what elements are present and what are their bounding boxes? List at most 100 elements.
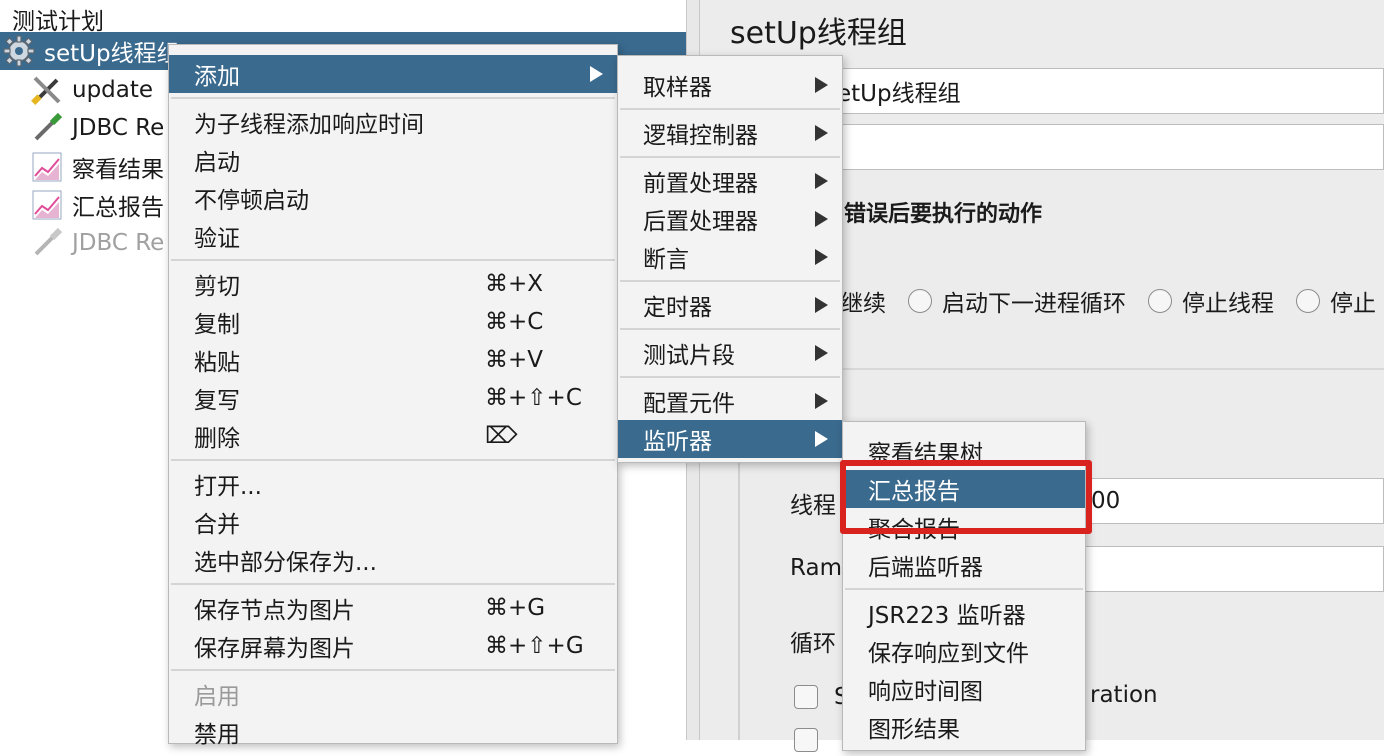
ramp-up-label: Ram [790, 555, 842, 581]
page-title: setUp线程组 [730, 16, 907, 51]
tree-item-jdbc-request-disabled[interactable]: JDBC Re [30, 224, 164, 262]
menu-item-label: 复写 [194, 388, 240, 414]
delay-thread-checkbox[interactable] [794, 728, 818, 756]
listener-item-jsr223-listener[interactable]: JSR223 监听器 [843, 594, 1085, 632]
submenu-item-assertion[interactable]: 断言 [618, 238, 842, 276]
comments-field[interactable] [836, 124, 1384, 170]
menu-separator [171, 583, 615, 585]
menu-item-label: 响应时间图 [868, 679, 983, 705]
menu-item-open[interactable]: 打开... [169, 465, 617, 503]
graph-icon [30, 150, 64, 184]
ramp-up-input[interactable] [1084, 546, 1384, 592]
same-user-checkbox[interactable] [794, 685, 818, 709]
menu-item-save-node-as-image[interactable]: 保存节点为图片 ⌘+G [169, 589, 617, 627]
menu-separator [620, 328, 840, 330]
submenu-item-logic-controller[interactable]: 逻辑控制器 [618, 114, 842, 152]
menu-item-validate[interactable]: 验证 [169, 217, 617, 255]
menu-item-label: 后置处理器 [643, 209, 758, 235]
menu-item-save-selection-as[interactable]: 选中部分保存为... [169, 541, 617, 579]
menu-item-cut[interactable]: 剪切 ⌘+X [169, 265, 617, 303]
tree-item-jdbc-request[interactable]: JDBC Re [30, 109, 164, 147]
submenu-arrow-icon [815, 211, 828, 227]
listener-item-save-responses-to-file[interactable]: 保存响应到文件 [843, 632, 1085, 670]
menu-item-label: 保存屏幕为图片 [194, 636, 355, 662]
menu-item-remove[interactable]: 删除 ⌦ [169, 417, 617, 455]
menu-item-shortcut: ⌘+X [485, 271, 544, 297]
same-user-checkbox-row[interactable]: S [794, 684, 849, 710]
menu-item-start[interactable]: 启动 [169, 141, 617, 179]
menu-item-enable: 启用 [169, 675, 617, 713]
menu-item-shortcut: ⌘+⇧+G [485, 633, 584, 659]
submenu-item-sampler[interactable]: 取样器 [618, 66, 842, 104]
radio-stop-test[interactable] [1296, 289, 1320, 313]
menu-item-label: 图形结果 [868, 717, 960, 743]
tree-item-view-results[interactable]: 察看结果 [30, 148, 164, 186]
menu-item-label: 为子线程添加响应时间 [194, 112, 424, 138]
submenu-arrow-icon [815, 77, 828, 93]
submenu-item-timer[interactable]: 定时器 [618, 286, 842, 324]
radio-continue-label: 继续 [840, 291, 886, 317]
menu-item-label: 选中部分保存为... [194, 550, 377, 576]
menu-item-shortcut: ⌘+V [485, 347, 544, 373]
menu-item-label: 保存节点为图片 [194, 598, 355, 624]
submenu-item-test-fragment[interactable]: 测试片段 [618, 334, 842, 372]
menu-item-duplicate[interactable]: 复写 ⌘+⇧+C [169, 379, 617, 417]
menu-item-start-no-pauses[interactable]: 不停顿启动 [169, 179, 617, 217]
listener-item-response-time-graph[interactable]: 响应时间图 [843, 670, 1085, 708]
listener-item-graph-results[interactable]: 图形结果 [843, 708, 1085, 746]
menu-item-label: 取样器 [643, 75, 712, 101]
submenu-item-pre-processor[interactable]: 前置处理器 [618, 162, 842, 200]
menu-item-label: 断言 [643, 247, 689, 273]
menu-item-merge[interactable]: 合并 [169, 503, 617, 541]
tree-item-label: 察看结果 [72, 157, 164, 183]
menu-item-label: 不停顿启动 [194, 188, 309, 214]
menu-separator [171, 259, 615, 261]
menu-item-label: 配置元件 [643, 391, 735, 417]
radio-stop-thread[interactable] [1148, 289, 1172, 313]
submenu-arrow-icon [815, 173, 828, 189]
submenu-item-listener[interactable]: 监听器 [618, 420, 842, 458]
menu-item-label: 删除 [194, 426, 240, 452]
name-field[interactable]: etUp线程组 [836, 68, 1384, 114]
menu-item-label: 启用 [194, 684, 240, 710]
menu-separator [620, 376, 840, 378]
menu-item-label: 监听器 [643, 429, 712, 455]
menu-item-label: 逻辑控制器 [643, 123, 758, 149]
menu-item-label: JSR223 监听器 [868, 603, 1026, 629]
menu-item-label: 剪切 [194, 274, 240, 300]
pipette-icon [30, 111, 64, 145]
radio-stop-test-label: 停止 [1330, 291, 1376, 317]
tree-item-update[interactable]: update [30, 71, 153, 109]
radio-start-next-loop-label: 启动下一进程循环 [942, 291, 1126, 317]
menu-item-disable[interactable]: 禁用 [169, 713, 617, 751]
radio-start-next-loop[interactable] [908, 289, 932, 313]
menu-item-add[interactable]: 添加 [169, 55, 617, 93]
listener-item-backend-listener[interactable]: 后端监听器 [843, 546, 1085, 584]
tree-item-summary-report[interactable]: 汇总报告 [30, 186, 164, 224]
tree-item-label: JDBC Re [72, 115, 165, 141]
tree-item-label: 汇总报告 [72, 195, 164, 221]
name-field-value: etUp线程组 [837, 81, 961, 107]
loop-count-label: 循环 [790, 631, 836, 657]
submenu-arrow-icon [815, 345, 828, 361]
gear-icon [2, 34, 36, 68]
menu-item-shortcut: ⌘+G [485, 595, 546, 621]
menu-item-label: 验证 [194, 226, 240, 252]
menu-item-label: 粘贴 [194, 350, 240, 376]
submenu-item-post-processor[interactable]: 后置处理器 [618, 200, 842, 238]
menu-item-label: 启动 [194, 150, 240, 176]
threads-input[interactable]: 00 [1084, 478, 1384, 524]
menu-item-label: 禁用 [194, 722, 240, 748]
radio-stop-thread-label: 停止线程 [1182, 291, 1274, 317]
menu-item-add-think-times[interactable]: 为子线程添加响应时间 [169, 103, 617, 141]
submenu-item-config-element[interactable]: 配置元件 [618, 382, 842, 420]
graph-icon [30, 188, 64, 222]
menu-item-paste[interactable]: 粘贴 ⌘+V [169, 341, 617, 379]
menu-item-copy[interactable]: 复制 ⌘+C [169, 303, 617, 341]
menu-item-label: 保存响应到文件 [868, 641, 1029, 667]
divider [840, 368, 1384, 370]
menu-item-save-screen-as-image[interactable]: 保存屏幕为图片 ⌘+⇧+G [169, 627, 617, 665]
submenu-arrow-icon [815, 431, 828, 447]
tools-icon [30, 73, 64, 107]
pipette-icon [30, 226, 64, 260]
